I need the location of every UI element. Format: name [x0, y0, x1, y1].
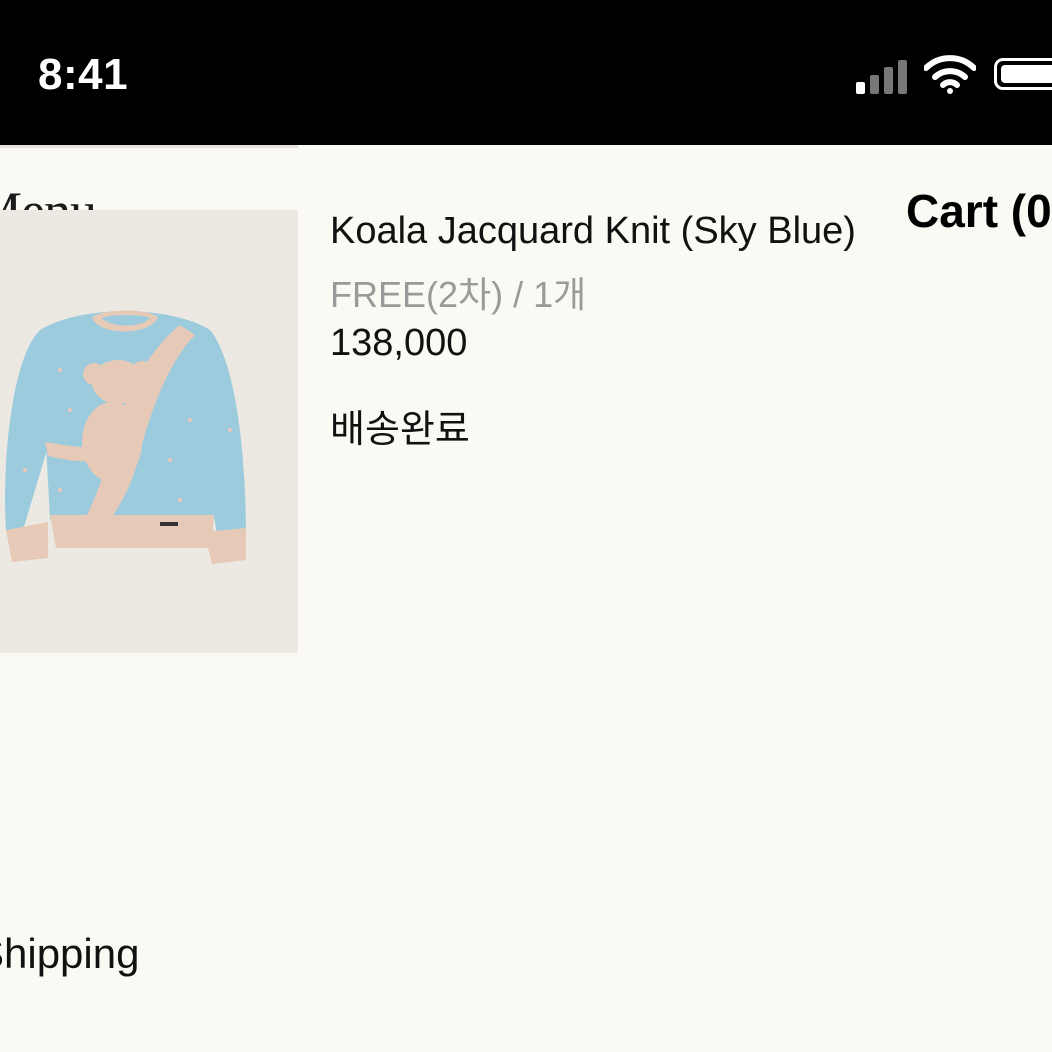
shipping-link[interactable]: Shipping	[0, 930, 139, 978]
status-time: 8:41	[38, 50, 129, 99]
sweater-illustration	[5, 310, 246, 564]
divider	[0, 145, 298, 148]
delivery-status: 배송완료	[330, 409, 470, 451]
product-image[interactable]	[0, 210, 298, 653]
product-title[interactable]: Koala Jacquard Knit (Sky Blue)	[330, 210, 856, 253]
status-bar: 8:41	[0, 0, 1052, 145]
product-option: FREE(2차) / 1개	[330, 274, 587, 315]
cellular-signal-icon	[856, 58, 910, 94]
product-price: 138,000	[330, 322, 468, 364]
cart-link[interactable]: Cart (0)	[906, 184, 1052, 238]
battery-icon	[994, 58, 1052, 90]
wifi-icon	[924, 55, 976, 94]
